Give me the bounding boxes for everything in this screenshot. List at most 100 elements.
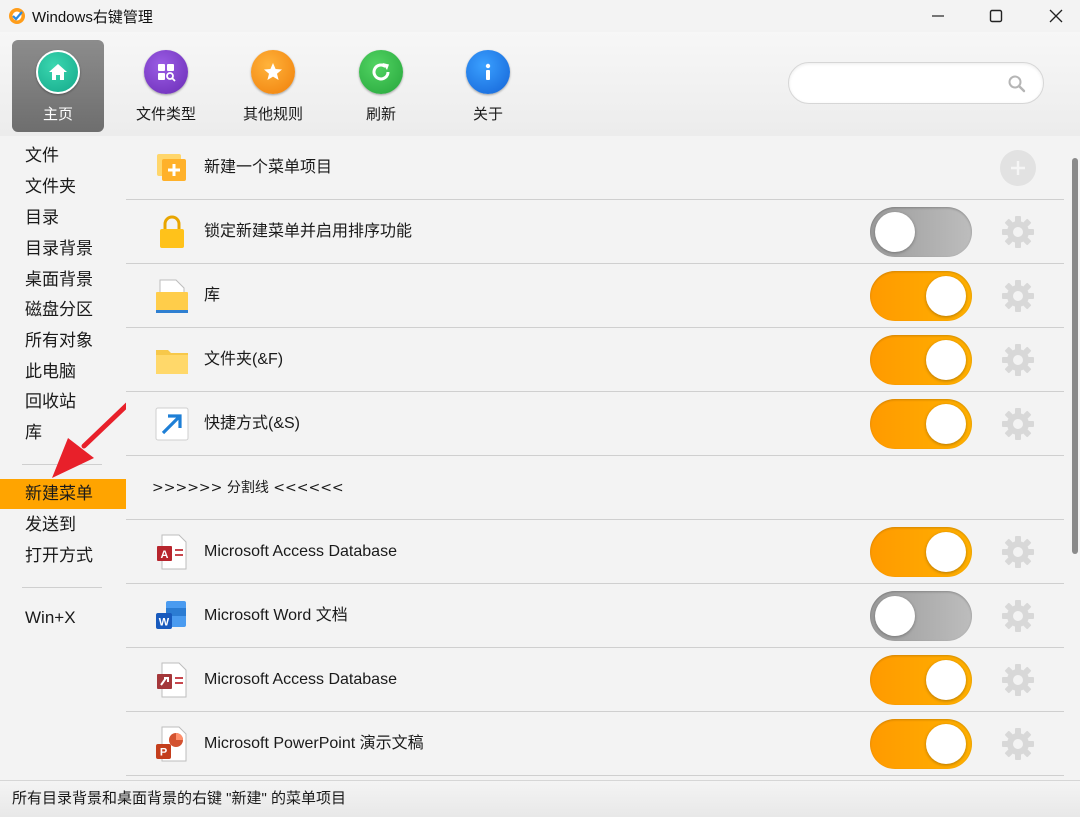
list-item-label: 文件夹(&F) bbox=[204, 351, 284, 368]
sidebar-item-new-menu[interactable]: 新建菜单 bbox=[0, 479, 126, 509]
list-item-label: Microsoft PowerPoint 演示文稿 bbox=[204, 735, 424, 752]
menu-item-list: 新建一个菜单项目 锁定新建菜单并启用排序功能 库 文件夹(&F) 快捷方式(&S… bbox=[126, 136, 1070, 780]
tool-home[interactable]: 主页 bbox=[12, 40, 104, 132]
window-title: Windows右键管理 bbox=[32, 9, 153, 26]
list-item[interactable]: 锁定新建菜单并启用排序功能 bbox=[126, 200, 1064, 264]
maximize-button[interactable] bbox=[966, 0, 1026, 32]
sidebar-item-desktop-background[interactable]: 桌面背景 bbox=[0, 265, 126, 295]
sidebar-item-directory[interactable]: 目录 bbox=[0, 203, 126, 233]
sidebar-item-file[interactable]: 文件 bbox=[0, 141, 126, 171]
minimize-button[interactable] bbox=[908, 0, 968, 32]
gear-icon[interactable] bbox=[1000, 406, 1036, 442]
access-database-toggle[interactable] bbox=[870, 655, 972, 705]
list-item-label: Microsoft Access Database bbox=[204, 671, 397, 688]
minimize-icon bbox=[932, 15, 944, 17]
sidebar-item-all-objects[interactable]: 所有对象 bbox=[0, 326, 126, 356]
svg-text:P: P bbox=[160, 747, 167, 759]
status-bar: 所有目录背景和桌面背景的右键 "新建" 的菜单项目 bbox=[0, 780, 1080, 817]
tool-other-rules[interactable]: 其他规则 bbox=[227, 40, 319, 132]
list-item[interactable]: 文件夹(&F) bbox=[126, 328, 1064, 392]
sidebar-divider bbox=[22, 587, 102, 588]
search-input[interactable] bbox=[805, 73, 995, 95]
library-toggle[interactable] bbox=[870, 271, 972, 321]
toolbar: 主页 文件类型 其他规则 刷新 关于 bbox=[0, 32, 1080, 136]
library-icon bbox=[156, 279, 188, 313]
powerpoint-icon: P bbox=[156, 726, 187, 762]
gear-icon[interactable] bbox=[1000, 662, 1036, 698]
folder-icon bbox=[156, 350, 188, 374]
list-item[interactable]: P Microsoft PowerPoint 演示文稿 bbox=[126, 712, 1064, 776]
close-button[interactable] bbox=[1026, 0, 1080, 32]
word-icon: W bbox=[156, 601, 186, 629]
sidebar-item-disk-partition[interactable]: 磁盘分区 bbox=[0, 295, 126, 325]
access-icon: A bbox=[157, 534, 187, 570]
list-item-label: Microsoft Word 文档 bbox=[204, 607, 348, 624]
tool-home-label: 主页 bbox=[42, 106, 73, 123]
gear-icon[interactable] bbox=[1000, 214, 1036, 250]
list-item-label: 锁定新建菜单并启用排序功能 bbox=[204, 223, 413, 240]
search-icon[interactable] bbox=[1007, 74, 1027, 94]
list-item-label: 库 bbox=[204, 287, 221, 304]
tool-about-label: 关于 bbox=[472, 106, 503, 123]
powerpoint-toggle[interactable] bbox=[870, 719, 972, 769]
separator-row[interactable]: >>>>>> 分割线 <<<<<< bbox=[126, 456, 1064, 520]
plus-icon bbox=[1011, 161, 1025, 175]
list-item-label: 新建一个菜单项目 bbox=[204, 159, 333, 176]
sidebar-item-this-pc[interactable]: 此电脑 bbox=[0, 357, 126, 387]
add-item-button[interactable] bbox=[1000, 150, 1036, 186]
list-item[interactable]: 快捷方式(&S) bbox=[126, 392, 1064, 456]
toggle-knob bbox=[926, 724, 966, 764]
toggle-knob bbox=[926, 532, 966, 572]
list-item-label: Microsoft Access Database bbox=[204, 543, 397, 560]
tool-file-types-label: 文件类型 bbox=[135, 106, 196, 123]
lock-toggle[interactable] bbox=[870, 207, 972, 257]
refresh-icon bbox=[359, 50, 403, 94]
gear-icon[interactable] bbox=[1000, 726, 1036, 762]
sidebar-item-send-to[interactable]: 发送到 bbox=[0, 510, 126, 540]
app-logo-icon bbox=[9, 8, 25, 24]
toggle-knob bbox=[926, 660, 966, 700]
toggle-knob bbox=[875, 596, 915, 636]
word-toggle[interactable] bbox=[870, 591, 972, 641]
gear-icon[interactable] bbox=[1000, 598, 1036, 634]
file-types-icon bbox=[144, 50, 188, 94]
toggle-knob bbox=[926, 276, 966, 316]
gear-icon[interactable] bbox=[1000, 342, 1036, 378]
sidebar-item-winx[interactable]: Win+X bbox=[0, 603, 126, 633]
scrollbar-thumb[interactable] bbox=[1072, 158, 1078, 554]
shortcut-toggle[interactable] bbox=[870, 399, 972, 449]
separator-label: >>>>>> 分割线 <<<<<< bbox=[152, 480, 344, 496]
close-icon bbox=[1049, 9, 1063, 23]
annotation-arrow bbox=[52, 402, 131, 478]
star-icon bbox=[251, 50, 295, 94]
access-toggle[interactable] bbox=[870, 527, 972, 577]
list-item[interactable]: 库 bbox=[126, 264, 1064, 328]
tool-about[interactable]: 关于 bbox=[442, 40, 534, 132]
folder-toggle[interactable] bbox=[870, 335, 972, 385]
list-item[interactable]: A Microsoft Access Database bbox=[126, 520, 1064, 584]
tool-file-types[interactable]: 文件类型 bbox=[120, 40, 212, 132]
sidebar-item-open-with[interactable]: 打开方式 bbox=[0, 541, 126, 571]
list-item[interactable]: Microsoft Access Database bbox=[126, 648, 1064, 712]
toggle-knob bbox=[926, 404, 966, 444]
vertical-scrollbar[interactable] bbox=[1070, 136, 1080, 780]
new-item-icon bbox=[157, 154, 186, 181]
title-bar: Windows右键管理 bbox=[0, 0, 1080, 32]
toggle-knob bbox=[926, 340, 966, 380]
lock-icon bbox=[160, 215, 184, 248]
list-item[interactable]: W Microsoft Word 文档 bbox=[126, 584, 1064, 648]
svg-text:W: W bbox=[159, 617, 170, 629]
toggle-knob bbox=[875, 212, 915, 252]
sidebar-item-folder[interactable]: 文件夹 bbox=[0, 172, 126, 202]
status-text: 所有目录背景和桌面背景的右键 "新建" 的菜单项目 bbox=[12, 790, 346, 807]
gear-icon[interactable] bbox=[1000, 278, 1036, 314]
sidebar-item-directory-background[interactable]: 目录背景 bbox=[0, 234, 126, 264]
gear-icon[interactable] bbox=[1000, 534, 1036, 570]
list-item[interactable]: 新建一个菜单项目 bbox=[126, 136, 1064, 200]
shortcut-icon bbox=[155, 407, 189, 441]
tool-refresh[interactable]: 刷新 bbox=[335, 40, 427, 132]
maximize-icon bbox=[989, 9, 1003, 23]
search-box[interactable] bbox=[788, 62, 1044, 104]
list-item-label: 快捷方式(&S) bbox=[204, 415, 301, 432]
info-icon bbox=[466, 50, 510, 94]
